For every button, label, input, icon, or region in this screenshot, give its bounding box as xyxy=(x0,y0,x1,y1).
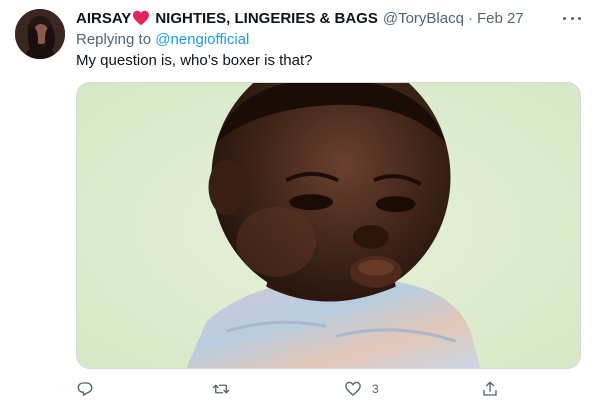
tweet-text: My question is, who’s boxer is that? xyxy=(76,52,313,69)
heart-outline-icon xyxy=(344,380,362,398)
more-options-icon[interactable] xyxy=(563,10,581,26)
share-icon xyxy=(481,380,499,398)
user-handle[interactable]: @ToryBlacq xyxy=(383,10,464,27)
share-button[interactable] xyxy=(481,378,499,400)
reply-button[interactable] xyxy=(76,378,94,400)
child-photo xyxy=(77,83,580,368)
tweet-actions: 3 xyxy=(76,378,581,400)
display-name[interactable]: AIRSAY xyxy=(76,10,131,27)
tweet-card[interactable]: AIRSAY NIGHTIES, LINGERIES & BAGS @ToryB… xyxy=(0,0,600,409)
replying-to-mention[interactable]: @nengiofficial xyxy=(155,31,249,48)
avatar-image xyxy=(15,9,65,59)
tweet-header: AIRSAY NIGHTIES, LINGERIES & BAGS @ToryB… xyxy=(76,8,524,28)
heart-icon xyxy=(132,10,150,26)
reply-icon xyxy=(76,380,94,398)
retweet-icon xyxy=(212,380,230,398)
replying-to-label: Replying to xyxy=(76,31,152,48)
replying-to: Replying to @nengiofficial xyxy=(76,31,249,48)
avatar[interactable] xyxy=(15,9,65,59)
display-name-suffix[interactable]: NIGHTIES, LINGERIES & BAGS xyxy=(155,10,378,27)
tweet-media-image[interactable] xyxy=(76,82,581,369)
retweet-button[interactable] xyxy=(212,378,230,400)
like-count: 3 xyxy=(372,382,379,396)
like-button[interactable]: 3 xyxy=(344,378,379,400)
tweet-date[interactable]: Feb 27 xyxy=(477,10,524,27)
separator-dot: · xyxy=(467,9,473,27)
